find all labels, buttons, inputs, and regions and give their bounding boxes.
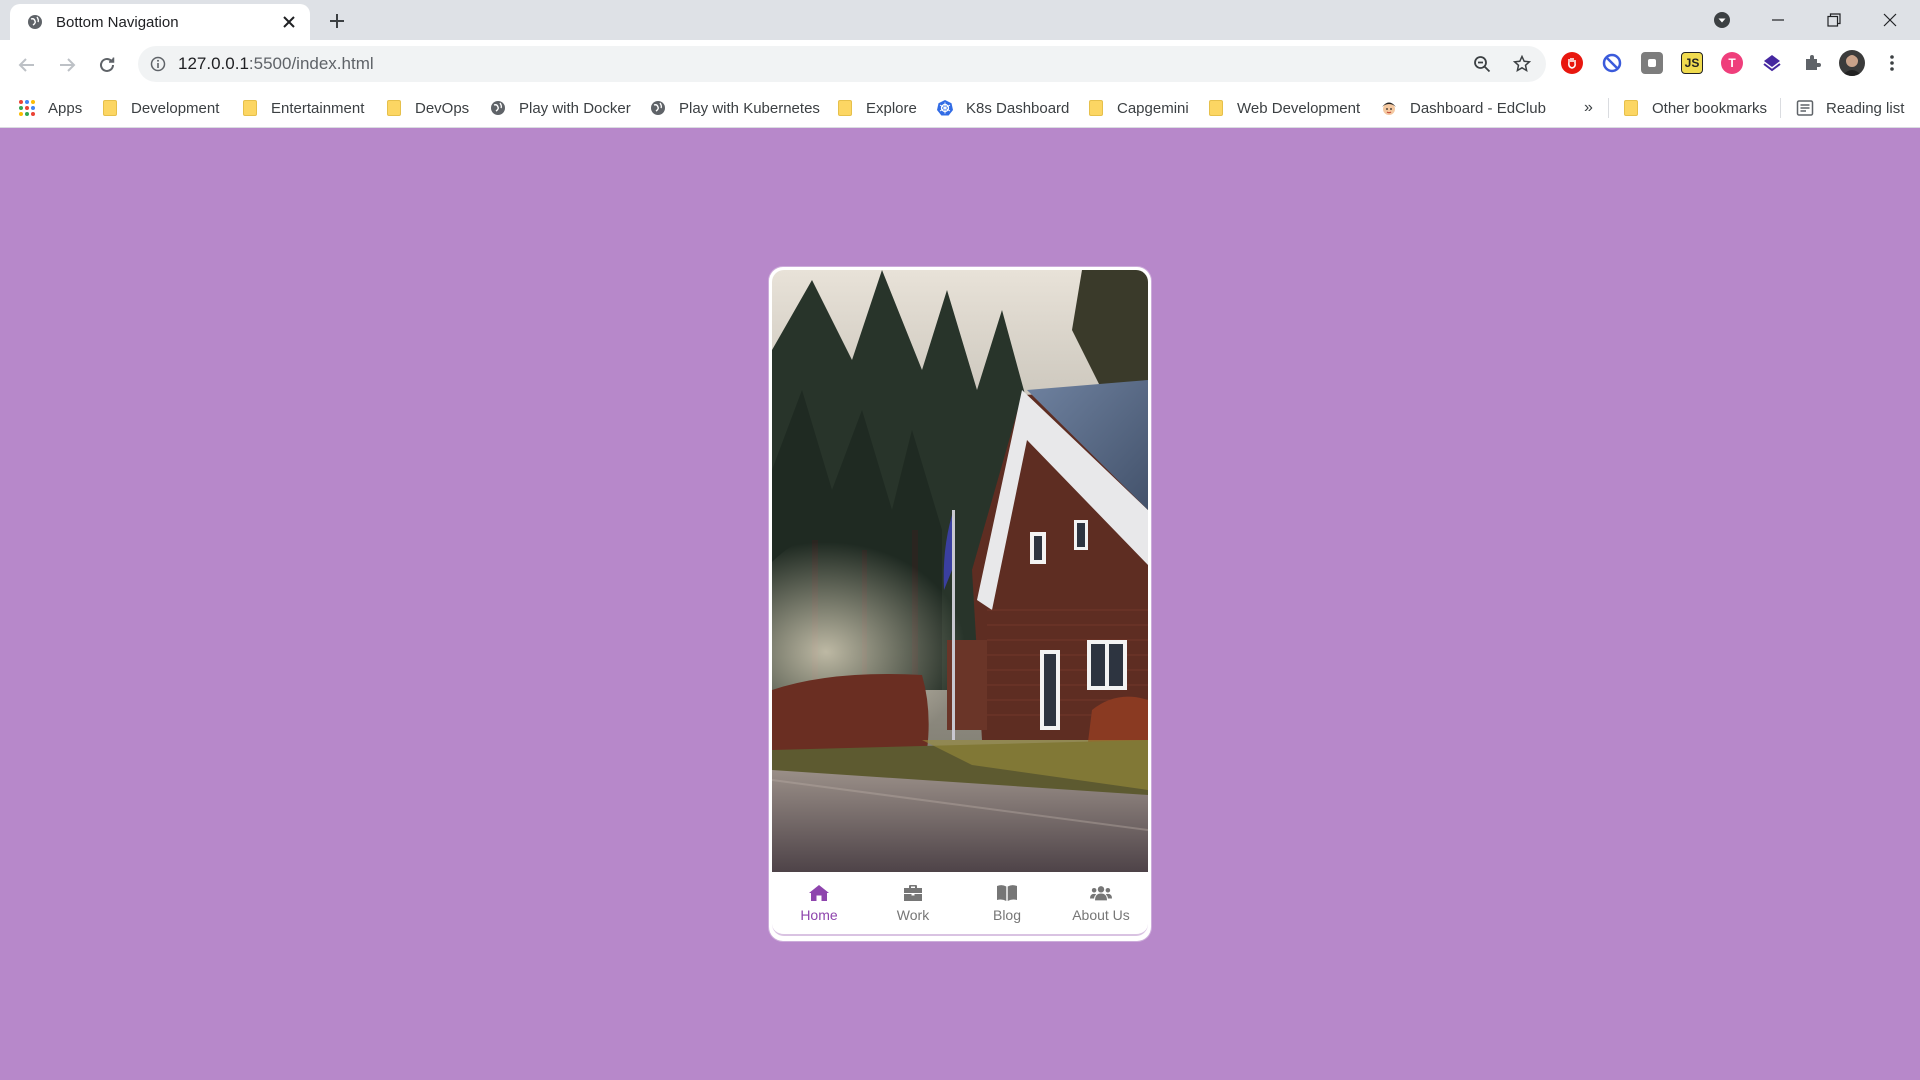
bookmark-label: Dashboard - EdClub (1410, 99, 1546, 117)
bookmark-star-icon[interactable] (1512, 54, 1532, 74)
bookmark-devops[interactable]: DevOps (387, 88, 469, 128)
bookmark-explore[interactable]: Explore (838, 88, 917, 128)
phone-frame: Home Work Blog About Us (769, 267, 1151, 941)
profile-avatar[interactable] (1839, 50, 1865, 76)
reading-list-icon (1796, 99, 1814, 117)
adblock-icon[interactable] (1561, 52, 1583, 74)
bottom-navigation: Home Work Blog About Us (772, 872, 1148, 936)
bookmark-label: Apps (48, 99, 83, 117)
bookmarks-divider (1780, 98, 1781, 118)
close-window-icon[interactable] (1862, 0, 1918, 40)
t-extension-icon[interactable]: T (1721, 52, 1743, 74)
tab-search-icon[interactable] (1694, 0, 1750, 40)
briefcase-icon (902, 883, 924, 903)
bookmark-other-bookmarks[interactable]: Other bookmarks (1624, 88, 1767, 128)
bookmark-capgemini[interactable]: Capgemini (1089, 88, 1189, 128)
reading-list[interactable]: Reading list (1796, 88, 1904, 128)
js-extension-icon[interactable]: JS (1681, 52, 1703, 74)
minimize-icon[interactable] (1750, 0, 1806, 40)
bookmark-label: Entertainment (271, 99, 365, 117)
extension-grey-icon[interactable] (1641, 52, 1663, 74)
puzzle-icon[interactable] (1801, 52, 1823, 74)
bookmark-label: Capgemini (1117, 99, 1189, 117)
globe-icon (26, 13, 44, 31)
forward-icon[interactable] (54, 52, 80, 78)
new-tab-icon[interactable] (326, 10, 348, 32)
address-bar[interactable]: 127.0.0.1:5500/index.html (138, 46, 1546, 82)
nav-item-about-us[interactable]: About Us (1054, 872, 1148, 934)
bookmark-play-with-kubernetes[interactable]: Play with Kubernetes (649, 88, 820, 128)
home-icon (808, 883, 830, 903)
bookmark-k8s-dashboard[interactable]: K8s Dashboard (936, 88, 1069, 128)
nav-label: Blog (992, 907, 1022, 923)
site-info-icon[interactable] (148, 54, 168, 74)
zoom-icon[interactable] (1472, 54, 1492, 74)
nav-item-home[interactable]: Home (772, 872, 866, 934)
folder-icon (1089, 100, 1103, 116)
browser-toolbar: 127.0.0.1:5500/index.html JS T (0, 40, 1920, 88)
back-icon[interactable] (14, 52, 40, 78)
bookmark-play-with-docker[interactable]: Play with Docker (489, 88, 631, 128)
folder-icon (243, 100, 257, 116)
url-text: 127.0.0.1:5500/index.html (178, 54, 374, 73)
block-icon[interactable] (1601, 52, 1623, 74)
nav-label: About Us (1072, 907, 1130, 923)
bookmark-apps[interactable]: Apps (18, 88, 82, 128)
bookmark-label: Other bookmarks (1652, 99, 1768, 117)
bookmark-development[interactable]: Development (103, 88, 219, 128)
hero-photo (772, 270, 1148, 872)
folder-icon (838, 100, 852, 116)
folder-icon (387, 100, 401, 116)
tab-strip: Bottom Navigation (0, 0, 1920, 40)
restore-icon[interactable] (1806, 0, 1862, 40)
edclub-icon (1380, 99, 1398, 117)
bookmarks-overflow[interactable]: » (1584, 88, 1593, 128)
apps-grid-icon (18, 99, 36, 117)
bookmark-label: Development (131, 99, 220, 117)
reading-list-label: Reading list (1826, 99, 1905, 117)
browser-tab[interactable]: Bottom Navigation (10, 4, 310, 40)
nav-item-work[interactable]: Work (866, 872, 960, 934)
users-icon (1090, 883, 1112, 903)
nav-label: Home (800, 907, 838, 923)
globe-icon (489, 99, 507, 117)
nav-item-blog[interactable]: Blog (960, 872, 1054, 934)
folder-icon (103, 100, 117, 116)
bookmarks-bar: Apps Development Entertainment DevOps Pl… (0, 88, 1920, 128)
globe-icon (649, 99, 667, 117)
folder-icon (1624, 100, 1638, 116)
stack-extension-icon[interactable] (1761, 52, 1783, 74)
reload-icon[interactable] (94, 52, 120, 78)
bookmark-entertainment[interactable]: Entertainment (243, 88, 364, 128)
bookmark-web-development[interactable]: Web Development (1209, 88, 1360, 128)
close-tab-icon[interactable] (280, 13, 298, 31)
bookmark-label: Explore (866, 99, 917, 117)
bookmark-label: Web Development (1237, 99, 1361, 117)
nav-label: Work (896, 907, 930, 923)
folder-icon (1209, 100, 1223, 116)
book-icon (996, 883, 1018, 903)
bookmark-label: Play with Docker (519, 99, 631, 117)
bookmark-label: DevOps (415, 99, 470, 117)
bookmark-dashboard-edclub[interactable]: Dashboard - EdClub (1380, 88, 1546, 128)
bookmarks-divider (1608, 98, 1609, 118)
menu-dots-icon[interactable] (1881, 52, 1903, 74)
bookmark-label: Play with Kubernetes (679, 99, 820, 117)
tab-title: Bottom Navigation (56, 13, 179, 31)
bookmark-label: K8s Dashboard (966, 99, 1070, 117)
kubernetes-icon (936, 99, 954, 117)
